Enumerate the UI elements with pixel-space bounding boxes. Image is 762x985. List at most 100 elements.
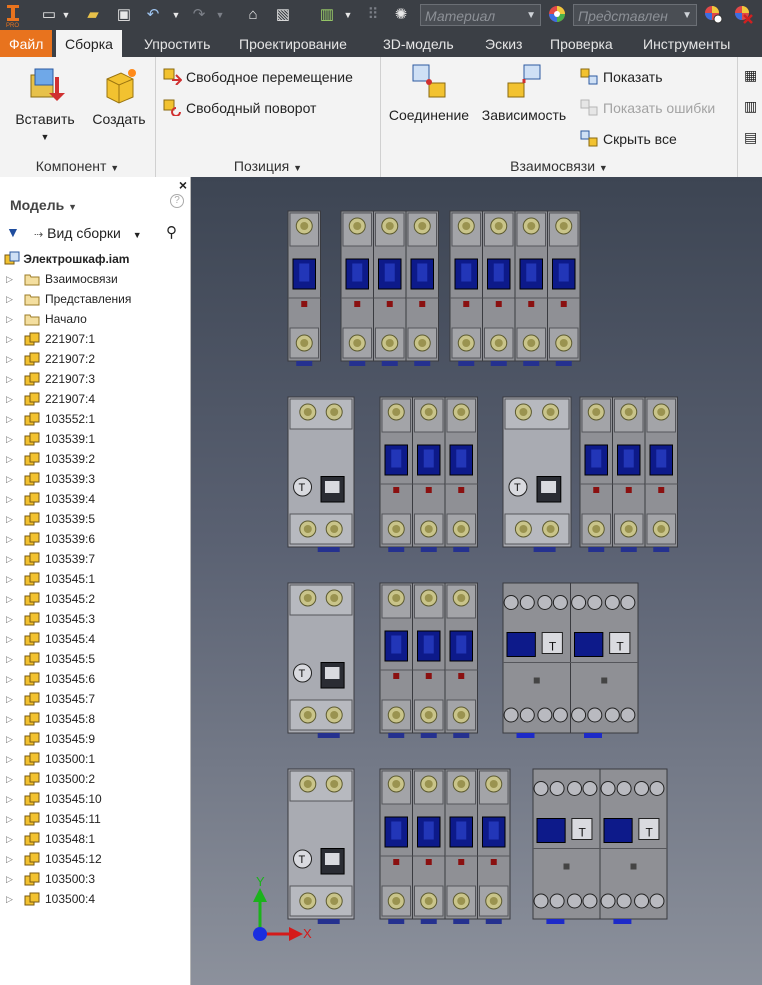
circuit-breaker-pole[interactable] [373,210,407,366]
material-select[interactable]: Материал ▼ [420,4,541,26]
undo-icon[interactable]: ↶ [142,4,164,26]
tab-assemble[interactable]: Сборка [56,30,122,57]
expand-arrow-icon[interactable]: ▷ [6,269,13,289]
expand-arrow-icon[interactable]: ▷ [6,669,13,689]
mirror-icon[interactable]: ▥ [744,98,757,115]
tree-root[interactable]: Электрошкаф.iam [4,249,129,269]
appearance-select[interactable]: Представлен ▼ [573,4,697,26]
search-icon[interactable]: ⚲ [166,223,177,241]
select-priority-icon[interactable]: ▥ [316,4,338,26]
tab-inspect[interactable]: Проверка [541,30,622,57]
expand-arrow-icon[interactable]: ▷ [6,869,13,889]
free-move-button[interactable]: Свободное перемещение [162,67,353,86]
create-button[interactable]: Создать [86,65,152,127]
circuit-breaker-pole[interactable] [547,210,581,366]
expand-arrow-icon[interactable]: ▷ [6,449,13,469]
expand-arrow-icon[interactable]: ▷ [6,429,13,449]
circuit-breaker-pole[interactable] [482,210,516,366]
expand-arrow-icon[interactable]: ▷ [6,829,13,849]
tab-tools[interactable]: Инструменты [634,30,739,57]
circuit-breaker-pole[interactable] [412,582,446,738]
ilogic-icon[interactable]: ✺ [390,4,412,26]
free-rotate-button[interactable]: Свободный поворот [162,98,316,117]
rcd-module[interactable]: T [287,582,355,738]
position-panel-title[interactable]: Позиция ▼ [156,158,380,174]
expand-arrow-icon[interactable]: ▷ [6,389,13,409]
differential-breaker[interactable]: TT [532,768,668,924]
dropdown-arrow-icon[interactable]: ▼ [342,4,354,26]
pattern-icon[interactable]: ▦ [744,67,757,84]
adjust-appearance-icon[interactable] [701,4,725,26]
circuit-breaker-pole[interactable] [379,396,413,552]
save-icon[interactable]: ▣ [113,4,135,26]
circuit-breaker-pole[interactable] [612,396,646,552]
tab-3d-model[interactable]: 3D-модель [374,30,463,57]
expand-arrow-icon[interactable]: ▷ [6,309,13,329]
circuit-breaker-pole[interactable] [644,396,678,552]
expand-arrow-icon[interactable]: ▷ [6,469,13,489]
expand-arrow-icon[interactable]: ▷ [6,689,13,709]
expand-arrow-icon[interactable]: ▷ [6,809,13,829]
open-folder-icon[interactable]: ▰ [82,4,104,26]
expand-arrow-icon[interactable]: ▷ [6,709,13,729]
show-button[interactable]: Показать [579,67,663,85]
circuit-breaker-pole[interactable] [405,210,439,366]
filter-icon[interactable]: ▼ [6,224,20,240]
circuit-breaker-pole[interactable] [477,768,511,924]
tab-simplify[interactable]: Упростить [135,30,219,57]
view-selector[interactable]: ⇢ Вид сборки ▼ [34,225,142,241]
circuit-breaker-pole[interactable] [412,768,446,924]
copy-icon[interactable]: ▤ [744,129,757,146]
expand-arrow-icon[interactable]: ▷ [6,289,13,309]
measure-icon[interactable]: ⠿ [362,4,384,26]
tab-file[interactable]: Файл [0,30,53,57]
update-icon[interactable]: ▧ [272,4,294,26]
circuit-breaker-pole[interactable] [444,582,478,738]
expand-arrow-icon[interactable]: ▷ [6,609,13,629]
tab-design[interactable]: Проектирование [230,30,356,57]
browser-title[interactable]: Модель ▼ [10,197,77,213]
expand-arrow-icon[interactable]: ▷ [6,849,13,869]
expand-arrow-icon[interactable]: ▷ [6,789,13,809]
insert-button[interactable]: Вставить ▼ [8,65,82,143]
circuit-breaker-pole[interactable] [514,210,548,366]
expand-arrow-icon[interactable]: ▷ [6,749,13,769]
expand-arrow-icon[interactable]: ▷ [6,889,13,909]
dropdown-arrow-icon[interactable]: ▼ [170,4,182,26]
expand-arrow-icon[interactable]: ▷ [6,629,13,649]
expand-arrow-icon[interactable]: ▷ [6,509,13,529]
color-wheel-icon[interactable] [545,4,569,26]
component-panel-title[interactable]: Компонент ▼ [0,158,155,174]
expand-arrow-icon[interactable]: ▷ [6,769,13,789]
expand-arrow-icon[interactable]: ▷ [6,549,13,569]
close-icon[interactable]: × [179,177,187,193]
circuit-breaker-pole[interactable] [287,210,321,366]
expand-arrow-icon[interactable]: ▷ [6,409,13,429]
circuit-breaker-pole[interactable] [444,396,478,552]
expand-arrow-icon[interactable]: ▷ [6,729,13,749]
circuit-breaker-pole[interactable] [412,396,446,552]
clear-appearance-icon[interactable] [731,4,755,26]
expand-arrow-icon[interactable]: ▷ [6,649,13,669]
expand-arrow-icon[interactable]: ▷ [6,489,13,509]
constrain-button[interactable]: Зависимость [477,61,571,123]
expand-arrow-icon[interactable]: ▷ [6,569,13,589]
app-logo-icon[interactable]: PRO [2,4,24,29]
help-icon[interactable]: ? [170,194,184,208]
expand-arrow-icon[interactable]: ▷ [6,529,13,549]
differential-breaker[interactable]: TT [502,582,639,738]
new-file-icon[interactable]: ▭ [38,4,60,26]
assembly-scene[interactable]: T TTT TTT T [191,177,762,985]
home-icon[interactable]: ⌂ [242,4,264,26]
dropdown-arrow-icon[interactable]: ▼ [60,4,72,26]
relationships-panel-title[interactable]: Взаимосвязи ▼ [381,158,737,174]
graphics-window[interactable]: TTTTTTTT Y X [191,177,762,985]
rcd-module[interactable]: T [287,396,355,552]
show-errors-button[interactable]: Показать ошибки [579,98,715,116]
rcd-module[interactable]: T [502,396,572,552]
circuit-breaker-pole[interactable] [340,210,374,366]
circuit-breaker-pole[interactable] [579,396,613,552]
circuit-breaker-pole[interactable] [444,768,478,924]
joint-button[interactable]: Соединение [385,61,473,123]
expand-arrow-icon[interactable]: ▷ [6,349,13,369]
